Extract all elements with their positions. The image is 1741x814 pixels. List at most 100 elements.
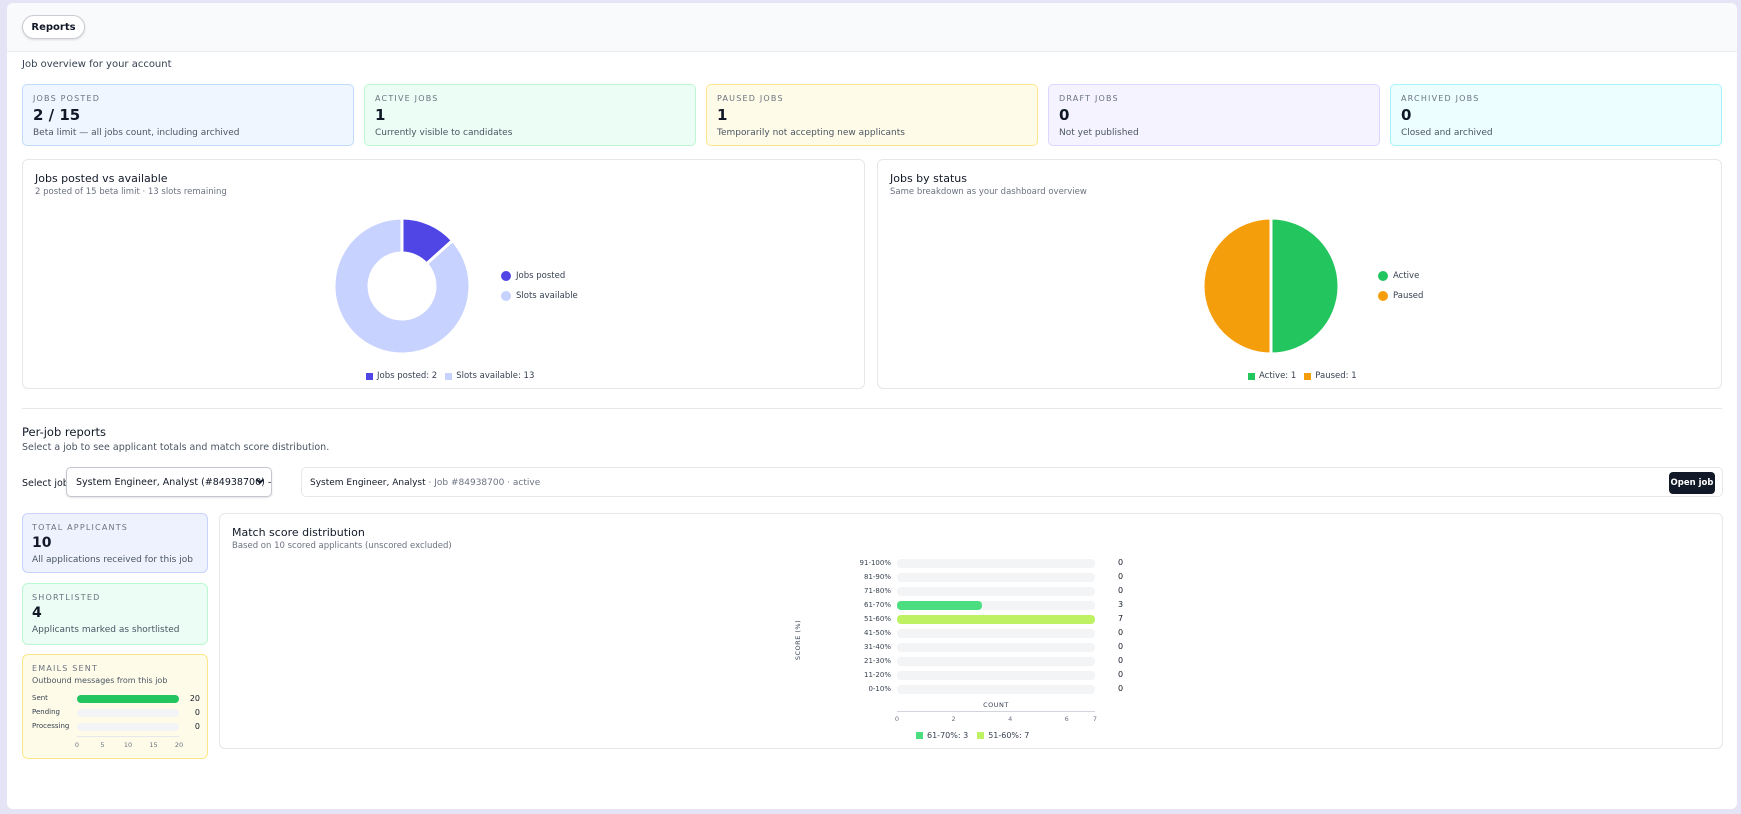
legend-label: Slots available [516,291,578,301]
page-frame: Reports Job overview for your account JO… [7,3,1737,809]
score-row: 91-100% 0 [818,558,1123,569]
email-row-label: Processing [32,722,70,730]
bar[interactable] [897,601,982,610]
card-title: Jobs by status [890,172,967,185]
bar-track [897,573,1095,582]
match-score-chart: 91-100% 0 81-90% 0 71-80% 0 61-70% 3 51-60% 7 41-5… [794,558,1148,743]
score-legend: 61-70%: 3 51-60%: 7 [916,731,1038,740]
legend-active: Active [1378,271,1419,281]
stat-description: Not yet published [1059,128,1139,138]
x-tick-label: 5 [100,741,105,749]
stat-value: 0 [1059,106,1070,124]
job-select-value: System Engineer, Analyst (#84938700) — a… [76,477,271,488]
score-row: 31-40% 0 [818,642,1123,653]
stat-value: 1 [717,106,728,124]
bar-track [77,695,179,703]
stat-description: Temporarily not accepting new applicants [717,128,905,138]
bar-value: 0 [1118,656,1124,665]
selected-job-title: System Engineer, Analyst [310,478,426,488]
legend-swatch [977,732,985,739]
score-row: 51-60% 7 [818,614,1123,625]
card-subtitle: Based on 10 scored applicants (unscored … [232,541,452,551]
legend-swatch [916,732,923,739]
email-row-label: Sent [32,694,48,702]
stat-card-paused-jobs: PAUSED JOBS 1 Temporarily not accepting … [706,84,1038,146]
score-row: 71-80% 0 [818,586,1123,597]
legend-swatch [1378,291,1388,301]
stat-label: JOBS POSTED [33,94,101,103]
reports-button[interactable]: Reports [22,15,85,39]
chevron-down-icon [255,476,265,489]
legend-label: Paused [1393,291,1424,301]
score-row: 21-30% 0 [818,656,1123,667]
email-row-sent: Sent 20 [32,694,200,704]
legend-swatch [1304,372,1312,380]
x-tick-label: 10 [123,741,133,749]
stat-description: Beta limit — all jobs count, including a… [33,128,240,138]
score-row: 41-50% 0 [818,628,1123,639]
bar-track [897,657,1095,666]
open-job-button[interactable]: Open job [1669,472,1715,494]
posted-bottom-legend: Jobs posted: 2 Slots available: 13 [366,371,542,381]
legend-swatch [501,271,511,281]
bar-track [77,723,179,731]
legend-slots-available: Slots available [501,291,578,301]
selected-job-meta: · Job #84938700 · active [425,478,541,488]
page-subtitle: Job overview for your account [22,59,172,70]
x-tick-label: 20 [174,741,184,749]
legend-label: Active: 1 [1259,371,1297,381]
bar-value: 7 [1118,614,1124,623]
score-row: 0-10% 0 [818,684,1123,695]
x-tick-label: 0 [74,741,80,749]
legend-swatch [501,291,511,301]
bar-track [897,685,1095,694]
posted-donut-chart [332,216,472,356]
y-tick-label: 81-90% [864,573,891,581]
status-pie-chart [1201,216,1341,356]
match-score-card: Match score distribution Based on 10 sco… [219,513,1723,749]
stat-label: DRAFT JOBS [1059,94,1119,103]
email-row-processing: Processing 0 [32,722,200,732]
legend-label: Slots available: 13 [456,371,535,381]
y-tick-label: 61-70% [864,601,891,609]
stat-label: PAUSED JOBS [717,94,784,103]
slice-paused[interactable] [1201,216,1273,356]
y-tick-label: 51-60% [864,615,891,623]
stat-value: 1 [375,106,386,124]
select-job-label: Select job [22,478,69,489]
bar-value: 0 [194,708,200,717]
posted-vs-available-card: Jobs posted vs available 2 posted of 15 … [22,159,865,389]
bar-value: 0 [1118,558,1124,567]
y-tick-label: 71-80% [864,587,891,595]
emails-sent-card: EMAILS SENT Outbound messages from this … [22,654,208,759]
x-tick-label: 6 [1064,715,1069,723]
bar-value: 0 [1118,586,1124,595]
email-row-label: Pending [32,708,60,716]
slice-active[interactable] [1269,216,1341,356]
x-axis-line [897,711,1095,712]
bar-value: 0 [1118,684,1124,693]
stat-value: 4 [32,605,42,621]
bar-track [897,643,1095,652]
bar[interactable] [897,615,1095,624]
card-subtitle: Same breakdown as your dashboard overvie… [890,187,1087,197]
job-select[interactable]: System Engineer, Analyst (#84938700) — a… [66,467,272,497]
y-tick-label: 31-40% [864,643,891,651]
email-row-pending: Pending 0 [32,708,200,718]
x-axis-line [77,736,179,737]
card-title: Jobs posted vs available [35,172,168,185]
score-row: 81-90% 0 [818,572,1123,583]
top-bar: Reports [7,3,1737,52]
stat-description: Applicants marked as shortlisted [32,625,180,635]
stat-card-active-jobs: ACTIVE JOBS 1 Currently visible to candi… [364,84,696,146]
y-tick-label: 21-30% [864,657,891,665]
selected-job-bar: System Engineer, Analyst · Job #84938700… [301,467,1723,497]
stat-label: TOTAL APPLICANTS [32,523,129,532]
legend-jobs-posted: Jobs posted [501,271,565,281]
bar-track [897,615,1095,624]
legend-swatch [366,372,373,380]
legend-label: Paused: 1 [1315,371,1357,381]
bar-value: 20 [189,694,200,703]
bar-track [897,587,1095,596]
stat-value: 0 [1401,106,1412,124]
